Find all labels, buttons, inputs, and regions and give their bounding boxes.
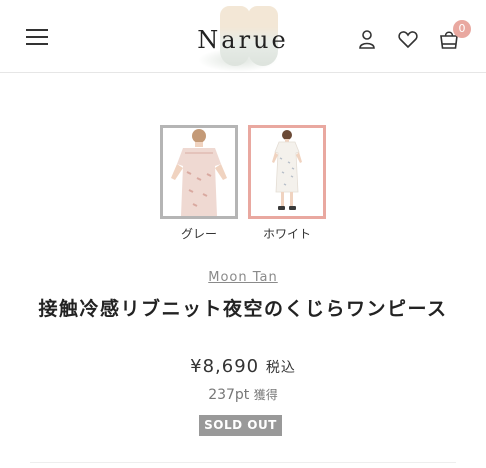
price-value: ¥8,690 bbox=[190, 356, 260, 377]
site-header: Narue 0 bbox=[0, 0, 486, 73]
sold-out-badge: SOLD OUT bbox=[199, 415, 282, 436]
variant-label-white: ホワイト bbox=[262, 227, 311, 241]
product-price: ¥8,690 税込 bbox=[0, 356, 486, 377]
product-title: 接触冷感リブニット夜空のくじらワンピース bbox=[38, 298, 448, 320]
heart-icon[interactable] bbox=[397, 28, 419, 50]
points-suffix: 獲得 bbox=[253, 388, 278, 402]
variant-label-grey: グレー bbox=[180, 227, 217, 241]
brand-link[interactable]: Moon Tan bbox=[0, 270, 486, 285]
variant-thumbnail-selected[interactable] bbox=[248, 125, 326, 219]
variant-white[interactable]: ホワイト bbox=[248, 125, 326, 242]
color-variant-selector: グレー ホワイト bbox=[160, 125, 330, 245]
variant-grey[interactable]: グレー bbox=[160, 125, 238, 242]
divider bbox=[30, 462, 456, 463]
tax-label: 税込 bbox=[265, 360, 296, 376]
cart-count-badge: 0 bbox=[453, 20, 471, 38]
variant-thumbnail[interactable] bbox=[160, 125, 238, 219]
points-value: 237pt bbox=[208, 387, 250, 403]
user-icon[interactable] bbox=[356, 28, 378, 50]
reward-points: 237pt 獲得 bbox=[0, 386, 486, 403]
product-page: Narue 0 グレー ホワイト Moon Tan 接触冷感リブニット夜空のくじ… bbox=[0, 0, 486, 468]
